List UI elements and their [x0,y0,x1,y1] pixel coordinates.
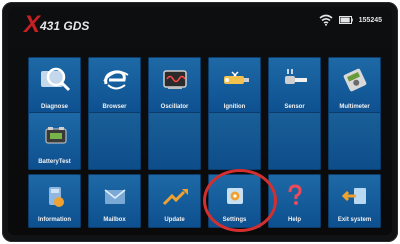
browser-icon [102,70,128,90]
exit-system-tile[interactable]: Exit system [328,174,381,228]
empty-tile [328,112,381,170]
sensor-label: Sensor [284,104,305,110]
sensor-tile[interactable]: Sensor [268,57,321,115]
battery-test-icon [45,127,66,144]
information-icon [48,187,64,207]
empty-tile [268,112,321,170]
empty-tile [88,112,141,170]
sensor-icon [284,69,307,84]
home-screen: X 431 GDS 155245 Diagnose Browser Oscill… [8,7,392,235]
empty-tile [208,112,261,170]
browser-tile[interactable]: Browser [88,57,141,115]
exit-system-label: Exit system [337,217,372,223]
multimeter-icon [343,68,366,92]
settings-highlight-circle [203,169,277,232]
brand-logo-text: 431 GDS [40,19,90,33]
ignition-label: Ignition [223,104,246,110]
browser-label: Browser [102,104,127,110]
information-tile[interactable]: Information [28,174,81,228]
oscillator-icon [162,70,187,89]
mailbox-label: Mailbox [103,217,126,223]
empty-tile [148,112,201,170]
update-icon [162,189,188,206]
multimeter-label: Multimeter [339,104,370,110]
multimeter-tile[interactable]: Multimeter [328,57,381,115]
ignition-icon [223,71,249,84]
diagnose-label: Diagnose [40,104,68,110]
device-frame: X 431 GDS 155245 Diagnose Browser Oscill… [2,2,398,242]
information-label: Information [38,217,71,223]
battery-icon [338,16,353,24]
diagnose-icon [40,67,70,92]
battery-test-tile[interactable]: BatteryTest [28,112,81,170]
update-label: Update [164,217,185,223]
help-icon [288,184,302,205]
oscillator-label: Oscillator [160,104,189,110]
update-tile[interactable]: Update [148,174,201,228]
wifi-icon [319,14,333,26]
mailbox-icon [104,189,125,204]
status-time: 155245 [358,16,382,24]
status-bar: 155245 [319,14,382,26]
exit-system-icon [341,188,366,204]
brand-logo-x: X [24,11,40,38]
diagnose-tile[interactable]: Diagnose [28,57,81,115]
oscillator-tile[interactable]: Oscillator [148,57,201,115]
mailbox-tile[interactable]: Mailbox [88,174,141,228]
ignition-tile[interactable]: Ignition [208,57,261,115]
battery-test-label: BatteryTest [38,159,71,165]
help-label: Help [287,217,301,223]
